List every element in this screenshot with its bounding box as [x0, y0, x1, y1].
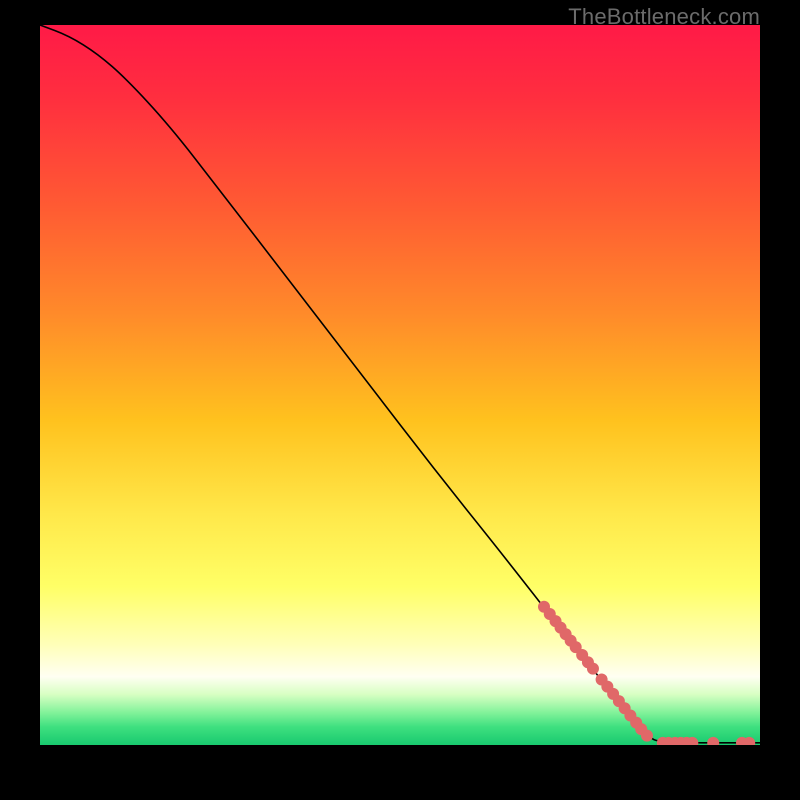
data-point — [641, 730, 653, 742]
data-point — [587, 663, 599, 675]
plot-area — [40, 25, 760, 745]
points-layer — [40, 25, 760, 745]
watermark-label: TheBottleneck.com — [568, 4, 760, 30]
data-point — [707, 737, 719, 745]
